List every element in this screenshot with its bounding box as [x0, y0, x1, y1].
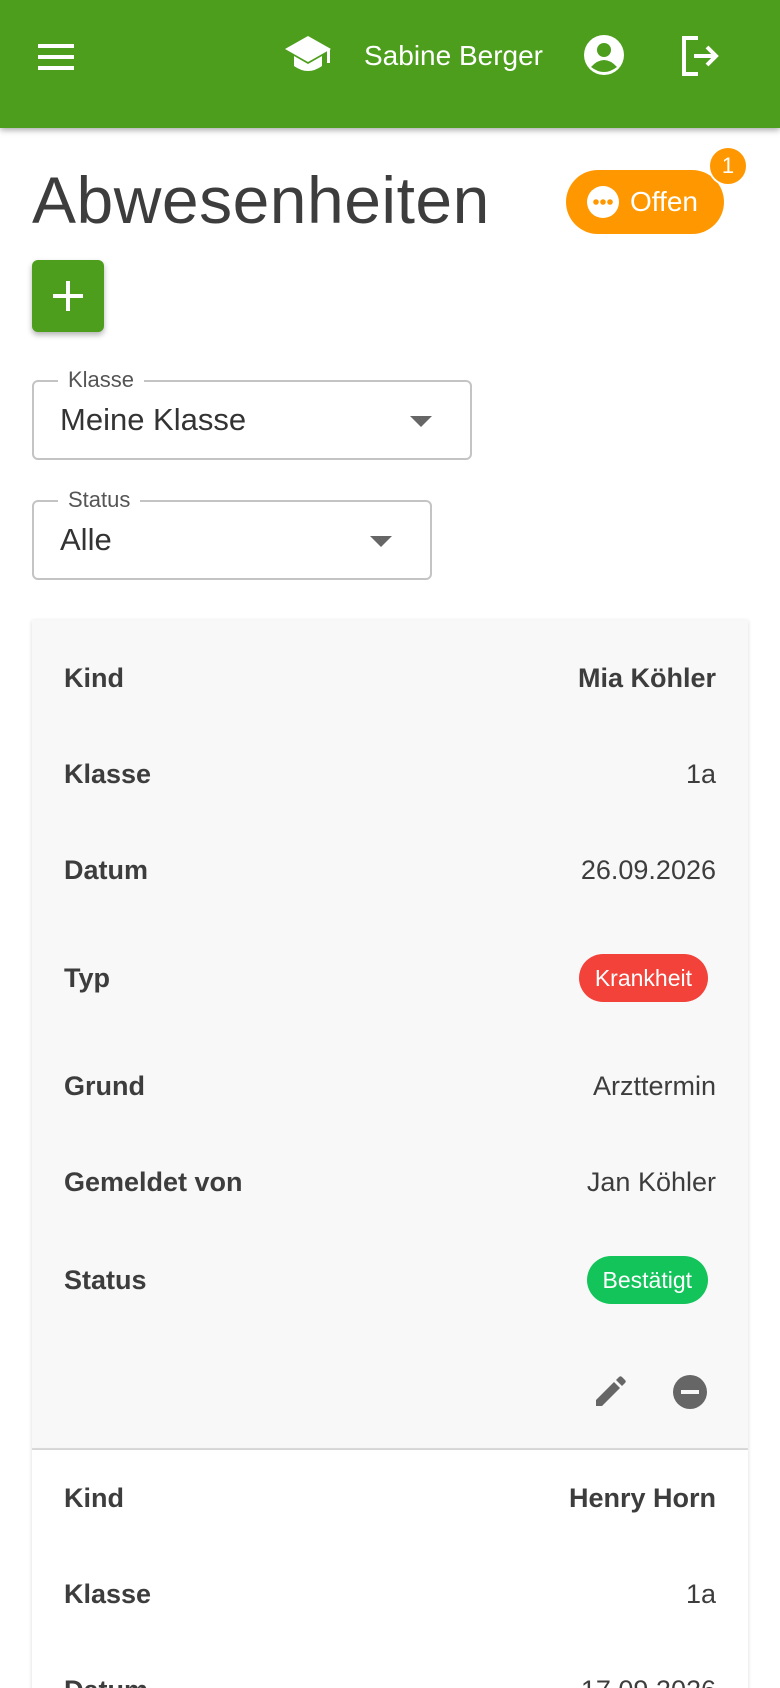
absence-card: Kind Mia Köhler Klasse 1a Datum 26.09.20…	[32, 620, 748, 1450]
open-count-badge: 1	[708, 146, 748, 186]
logout-icon[interactable]	[678, 34, 722, 78]
klasse-select[interactable]: Klasse Meine Klasse	[32, 366, 472, 460]
absence-row-datum: Datum 26.09.2026	[32, 846, 748, 894]
row-value: 1a	[685, 759, 716, 789]
row-label: Status	[64, 1265, 147, 1295]
edit-icon[interactable]	[592, 1374, 628, 1410]
dropdown-arrow-icon	[410, 416, 432, 427]
absence-row-status: Status Bestätigt	[32, 1256, 748, 1304]
add-absence-button[interactable]	[32, 260, 104, 332]
user-name: Sabine Berger	[364, 40, 544, 71]
open-chip-label: Offen	[630, 186, 698, 217]
absence-row-kind: Kind Mia Köhler	[32, 654, 748, 702]
remove-icon[interactable]	[672, 1374, 708, 1410]
absence-row-kind: Kind Henry Horn	[32, 1474, 748, 1522]
status-badge: Bestätigt	[586, 1256, 708, 1304]
top-app-bar: Sabine Berger	[0, 0, 780, 128]
absence-card: Kind Henry Horn Klasse 1a Datum 17.09.20…	[32, 1450, 748, 1688]
open-filter-chip[interactable]: Offen	[566, 170, 724, 234]
row-label: Kind	[64, 1483, 124, 1513]
menu-icon[interactable]	[36, 40, 76, 74]
pending-icon	[587, 186, 619, 218]
absence-row-grund: Grund Arzttermin	[32, 1062, 748, 1110]
page-title: Abwesenheiten	[32, 163, 490, 237]
row-label: Datum	[64, 1672, 148, 1688]
absence-row-gemeldet: Gemeldet von Jan Köhler	[32, 1158, 748, 1206]
row-label: Datum	[64, 855, 149, 885]
row-value: 26.09.2026	[580, 855, 716, 885]
school-icon	[285, 36, 331, 71]
row-value: Jan Köhler	[586, 1167, 716, 1197]
child-name: Henry Horn	[568, 1483, 716, 1513]
klasse-select-value: Meine Klasse	[60, 402, 247, 437]
row-value: 17.09.2026	[581, 1672, 716, 1688]
row-label: Klasse	[64, 759, 152, 789]
account-icon[interactable]	[582, 33, 626, 77]
row-label: Klasse	[64, 1579, 152, 1609]
absence-row-klasse: Klasse 1a	[32, 1570, 748, 1618]
status-select-value: Alle	[60, 522, 112, 557]
absence-row-klasse: Klasse 1a	[32, 750, 748, 798]
status-select-label: Status	[58, 486, 141, 514]
absence-row-datum: Datum 17.09.2026	[32, 1666, 748, 1688]
row-value: Arzttermin	[592, 1071, 716, 1101]
row-label: Kind	[64, 663, 124, 693]
absence-row-typ: Typ Krankheit	[32, 954, 748, 1002]
plus-icon	[53, 281, 83, 311]
child-name: Mia Köhler	[577, 663, 716, 693]
row-value: 1a	[685, 1579, 716, 1609]
klasse-select-label: Klasse	[58, 366, 145, 394]
row-label: Grund	[64, 1071, 145, 1101]
dropdown-arrow-icon	[370, 536, 392, 547]
row-label: Typ	[64, 963, 110, 993]
row-label: Gemeldet von	[64, 1167, 243, 1197]
type-badge: Krankheit	[578, 954, 708, 1002]
status-select[interactable]: Status Alle	[32, 486, 432, 580]
